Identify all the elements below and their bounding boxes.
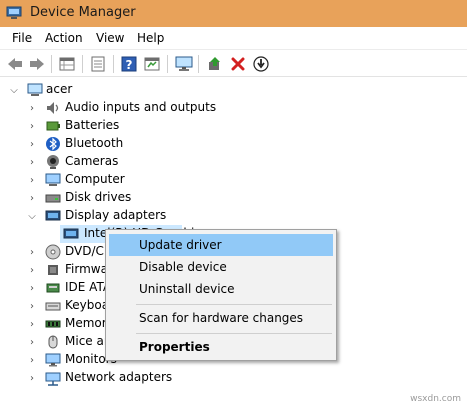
tree-item-label: Computer [65, 172, 125, 186]
tree-item-label: Display adapters [65, 208, 167, 222]
menu-view[interactable]: View [96, 31, 124, 45]
context-menu-item-label: Properties [139, 340, 210, 354]
memory-icon [45, 320, 61, 328]
show-hidden-icon[interactable] [88, 54, 108, 74]
context-menu-separator [136, 333, 332, 334]
tree-item-label: Bluetooth [65, 136, 124, 150]
firmware-icon [48, 265, 58, 275]
bluetooth-icon [46, 137, 60, 151]
device-manager-icon [6, 6, 22, 19]
disk-drive-icon [45, 194, 61, 203]
menu-bar: File Action View Help [0, 27, 467, 49]
expand-chevron-icon[interactable]: › [27, 102, 37, 114]
collapse-chevron-icon[interactable]: ⌵ [27, 210, 37, 222]
camera-icon [47, 155, 59, 169]
back-arrow-icon[interactable] [5, 54, 25, 74]
expand-chevron-icon[interactable]: › [27, 354, 37, 366]
ide-controller-icon [46, 283, 60, 293]
context-menu-update-driver[interactable]: Update driver [109, 234, 333, 256]
tree-item-bluetooth[interactable]: › Bluetooth [0, 135, 467, 153]
mouse-icon [48, 335, 58, 349]
expand-chevron-icon[interactable]: › [27, 300, 37, 312]
forward-arrow-icon[interactable] [27, 54, 47, 74]
update-driver-icon[interactable] [205, 54, 225, 74]
expand-chevron-icon[interactable]: › [27, 138, 37, 150]
tree-item-network[interactable]: › Network adapters [0, 369, 467, 387]
expand-chevron-icon[interactable]: › [27, 246, 37, 258]
speaker-icon [47, 102, 59, 114]
tree-root-label: acer [46, 82, 73, 96]
expand-chevron-icon[interactable]: › [27, 174, 37, 186]
computer-icon [45, 173, 61, 186]
context-menu-item-label: Uninstall device [139, 282, 235, 296]
svg-text:?: ? [126, 58, 133, 72]
expand-chevron-icon[interactable]: › [27, 282, 37, 294]
network-adapter-icon [45, 372, 61, 386]
tree-item-display-adapters[interactable]: ⌵ Display adapters [0, 207, 467, 225]
context-menu-item-label: Scan for hardware changes [139, 311, 304, 325]
expand-chevron-icon[interactable]: › [27, 192, 37, 204]
toolbar-separator [51, 55, 52, 73]
tree-item-label: Cameras [65, 154, 119, 168]
keyboard-icon [45, 302, 61, 311]
collapse-chevron-icon[interactable]: ⌵ [9, 84, 19, 96]
battery-icon [46, 121, 60, 131]
help-icon[interactable]: ? [119, 54, 139, 74]
menu-action[interactable]: Action [45, 31, 83, 45]
toolbar-separator [113, 55, 114, 73]
tree-item-disk-drives[interactable]: › Disk drives [0, 189, 467, 207]
context-menu-properties[interactable]: Properties [109, 336, 333, 358]
toolbar-separator [167, 55, 168, 73]
context-menu-item-label: Disable device [139, 260, 227, 274]
menu-file[interactable]: File [12, 31, 32, 45]
toolbar-separator [198, 55, 199, 73]
monitor-icon[interactable] [174, 54, 194, 74]
context-menu-scan-hardware[interactable]: Scan for hardware changes [109, 307, 333, 329]
toolbar: ? [0, 49, 467, 77]
display-adapter-icon [45, 210, 61, 221]
tree-item-label: Batteries [65, 118, 120, 132]
expand-chevron-icon[interactable]: › [27, 336, 37, 348]
action-panel-icon[interactable] [142, 54, 162, 74]
tree-item-label: Disk drives [65, 190, 132, 204]
context-menu-separator [136, 304, 332, 305]
dvd-drive-icon [45, 244, 61, 260]
expand-chevron-icon[interactable]: › [27, 120, 37, 132]
expand-chevron-icon[interactable]: › [27, 318, 37, 330]
expand-chevron-icon[interactable]: › [27, 372, 37, 384]
tree-item-audio[interactable]: › Audio inputs and outputs [0, 99, 467, 117]
tree-item-cameras[interactable]: › Cameras [0, 153, 467, 171]
watermark: wsxdn.com [410, 394, 461, 404]
expand-chevron-icon[interactable]: › [27, 264, 37, 276]
context-menu-disable-device[interactable]: Disable device [109, 256, 333, 278]
tree-item-batteries[interactable]: › Batteries [0, 117, 467, 135]
context-menu-uninstall-device[interactable]: Uninstall device [109, 278, 333, 300]
context-menu: Update driver Disable device Uninstall d… [105, 229, 337, 361]
menu-help[interactable]: Help [137, 31, 164, 45]
expand-chevron-icon[interactable]: › [27, 156, 37, 168]
properties-grid-icon[interactable] [57, 54, 77, 74]
tree-item-label: Audio inputs and outputs [65, 100, 217, 114]
toolbar-separator [82, 55, 83, 73]
monitor-icon [45, 353, 61, 367]
tree-item-label: Network adapters [65, 370, 173, 384]
tree-item-computer[interactable]: › Computer [0, 171, 467, 189]
title-bar[interactable]: Device Manager [0, 0, 467, 27]
tree-root-acer[interactable]: ⌵ acer [0, 81, 467, 99]
display-adapter-icon [63, 228, 79, 239]
download-icon[interactable] [251, 54, 271, 74]
context-menu-item-label: Update driver [139, 238, 222, 252]
window-title: Device Manager [30, 5, 136, 20]
uninstall-x-icon[interactable] [228, 54, 248, 74]
computer-root-icon [27, 83, 43, 96]
